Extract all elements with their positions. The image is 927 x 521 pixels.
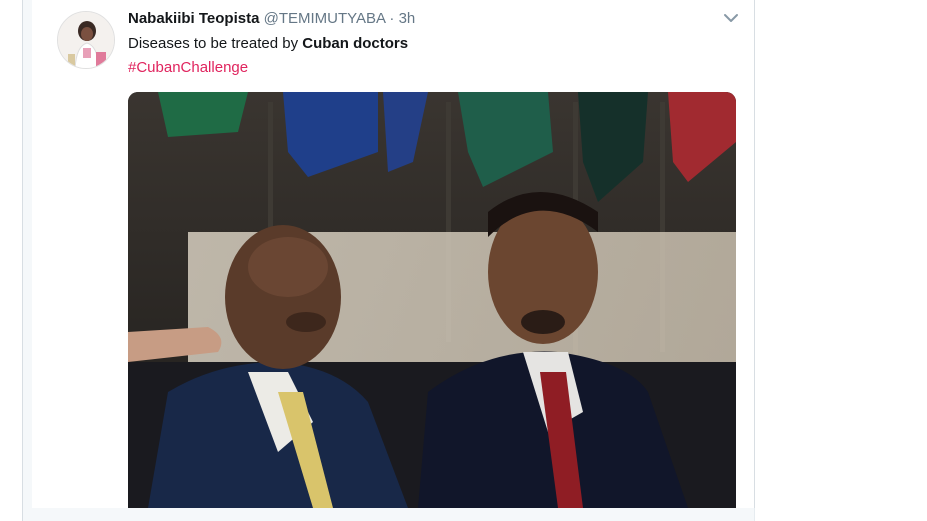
right-sidebar-area — [755, 0, 927, 521]
tweet-timestamp[interactable]: 3h — [399, 10, 416, 27]
photo-two-men-seated-icon — [128, 92, 736, 508]
avatar-photo-icon — [58, 12, 114, 68]
display-name[interactable]: Nabakiibi Teopista — [128, 10, 259, 27]
tweet-more-button[interactable] — [721, 10, 741, 26]
user-handle[interactable]: @TEMIMUTYABA — [264, 10, 386, 27]
user-avatar[interactable] — [57, 11, 115, 69]
chevron-down-icon — [724, 14, 738, 22]
tweet-text: Diseases to be treated by Cuban doctors — [128, 35, 408, 53]
tweet-text-plain: Diseases to be treated by — [128, 35, 303, 52]
tweet-media-image[interactable] — [128, 92, 736, 508]
timeline-background — [23, 0, 32, 521]
timeline-bottom-gap — [23, 508, 754, 521]
left-gutter — [0, 0, 22, 521]
tweet-header: Nabakiibi Teopista @TEMIMUTYABA · 3h — [128, 10, 415, 28]
hashtag-link[interactable]: #CubanChallenge — [128, 59, 248, 77]
tweet-text-bold: Cuban doctors — [302, 35, 409, 52]
separator-dot: · — [389, 10, 395, 27]
